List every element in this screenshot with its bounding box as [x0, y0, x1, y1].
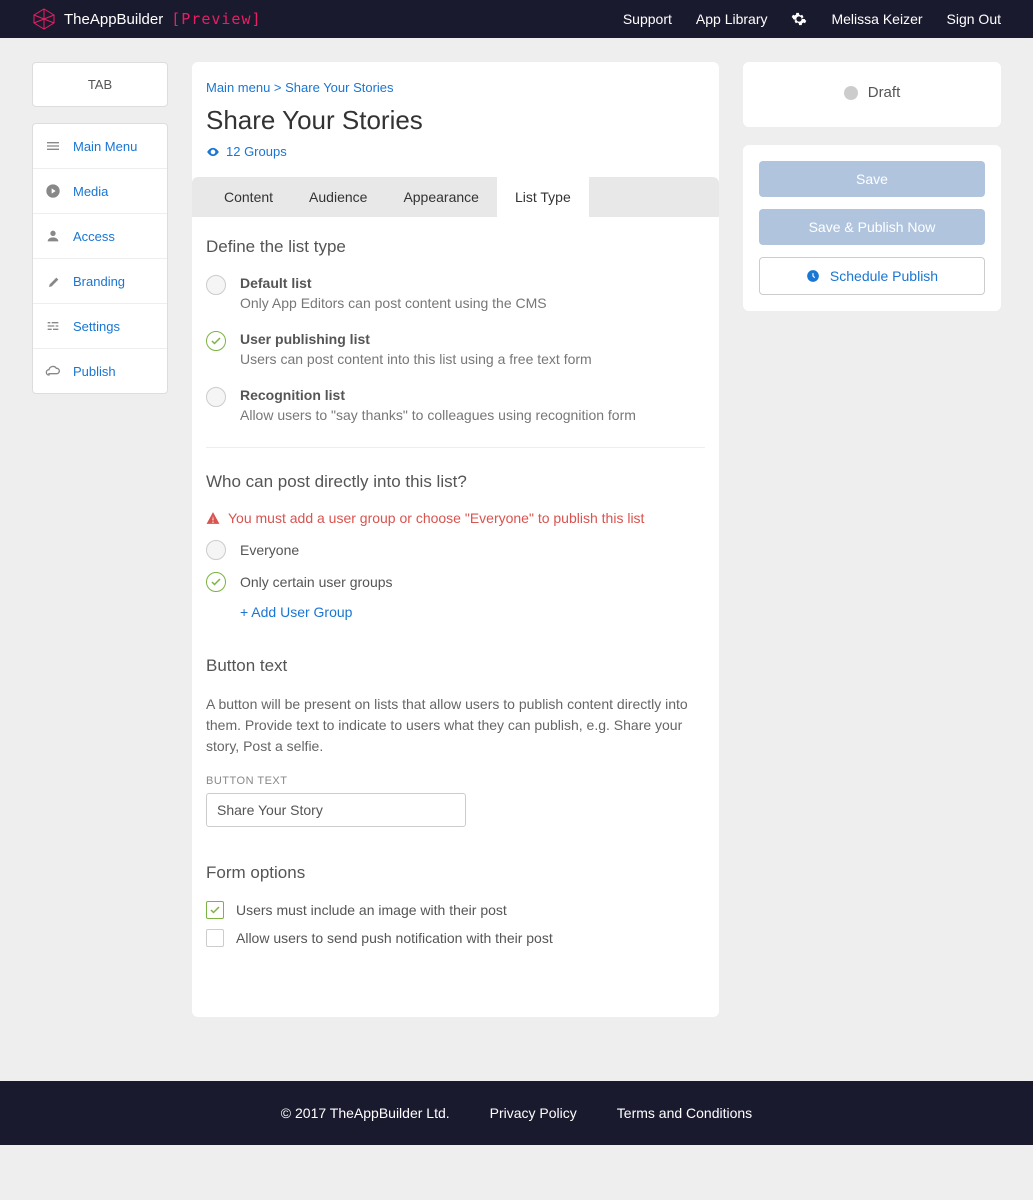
radio-label: Only certain user groups [240, 574, 393, 590]
checkbox-label: Users must include an image with their p… [236, 902, 507, 918]
cloud-icon [45, 363, 61, 379]
main-panel: Main menu > Share Your Stories Share You… [192, 62, 719, 1017]
warning-icon [206, 511, 220, 525]
save-publish-button[interactable]: Save & Publish Now [759, 209, 985, 245]
radio-desc: Allow users to "say thanks" to colleague… [240, 407, 636, 423]
warning-text: You must add a user group or choose "Eve… [228, 510, 644, 526]
sidebar-item-label: Branding [73, 274, 125, 289]
footer: © 2017 TheAppBuilder Ltd. Privacy Policy… [0, 1081, 1033, 1145]
status-label: Draft [868, 84, 901, 101]
checkbox-push-notification[interactable]: Allow users to send push notification wi… [206, 929, 705, 947]
divider [206, 447, 705, 448]
radio-desc: Only App Editors can post content using … [240, 295, 547, 311]
radio-button[interactable] [206, 331, 226, 351]
brush-icon [45, 273, 61, 289]
groups-link[interactable]: 12 Groups [206, 144, 705, 159]
logo[interactable]: TheAppBuilder [Preview] [32, 7, 262, 31]
header-nav: Support App Library Melissa Keizer Sign … [623, 11, 1001, 27]
play-icon [45, 183, 61, 199]
page-title: Share Your Stories [206, 105, 705, 136]
sidebar-item-publish[interactable]: Publish [33, 349, 167, 393]
add-user-group-link[interactable]: + Add User Group [240, 604, 705, 620]
check-icon [209, 904, 221, 916]
breadcrumb[interactable]: Main menu > Share Your Stories [206, 80, 705, 95]
sidebar-item-label: Publish [73, 364, 116, 379]
nav-support[interactable]: Support [623, 11, 672, 27]
schedule-publish-button[interactable]: Schedule Publish [759, 257, 985, 295]
logo-icon [32, 7, 56, 31]
checkbox[interactable] [206, 929, 224, 947]
tab-audience[interactable]: Audience [291, 177, 385, 217]
radio-button[interactable] [206, 387, 226, 407]
radio-label: Everyone [240, 542, 299, 558]
list-type-heading: Define the list type [206, 237, 705, 257]
radio-desc: Users can post content into this list us… [240, 351, 592, 367]
radio-button[interactable] [206, 572, 226, 592]
sidebar-item-main-menu[interactable]: Main Menu [33, 124, 167, 169]
checkbox[interactable] [206, 901, 224, 919]
radio-recognition[interactable]: Recognition list Allow users to "say tha… [206, 387, 705, 423]
save-button[interactable]: Save [759, 161, 985, 197]
form-options-heading: Form options [206, 863, 705, 883]
sidebar-item-label: Settings [73, 319, 120, 334]
footer-privacy[interactable]: Privacy Policy [490, 1105, 577, 1121]
sidebar-tab[interactable]: TAB [32, 62, 168, 107]
eye-icon [206, 145, 220, 159]
nav-signout[interactable]: Sign Out [947, 11, 1001, 27]
sidebar-item-access[interactable]: Access [33, 214, 167, 259]
button-text-label: BUTTON TEXT [206, 775, 705, 787]
radio-button[interactable] [206, 275, 226, 295]
preview-badge: [Preview] [171, 10, 261, 28]
gear-icon[interactable] [791, 11, 807, 27]
sidebar-item-settings[interactable]: Settings [33, 304, 167, 349]
radio-label: Recognition list [240, 387, 636, 403]
tab-appearance[interactable]: Appearance [385, 177, 497, 217]
sidebar-item-media[interactable]: Media [33, 169, 167, 214]
clock-icon [806, 269, 820, 283]
user-icon [45, 228, 61, 244]
nav-app-library[interactable]: App Library [696, 11, 768, 27]
radio-user-publishing[interactable]: User publishing list Users can post cont… [206, 331, 705, 367]
sidebar-item-label: Media [73, 184, 108, 199]
status-dot [844, 86, 858, 100]
check-icon [210, 335, 222, 347]
sliders-icon [45, 318, 61, 334]
radio-default-list[interactable]: Default list Only App Editors can post c… [206, 275, 705, 311]
radio-label: Default list [240, 275, 547, 291]
warning-message: You must add a user group or choose "Eve… [206, 510, 705, 526]
radio-button[interactable] [206, 540, 226, 560]
button-text-desc: A button will be present on lists that a… [206, 694, 705, 757]
schedule-label: Schedule Publish [830, 268, 938, 284]
sidebar-item-branding[interactable]: Branding [33, 259, 167, 304]
brand-name: TheAppBuilder [64, 11, 163, 28]
right-panel: Draft Save Save & Publish Now Schedule P… [743, 62, 1001, 311]
footer-copyright: © 2017 TheAppBuilder Ltd. [281, 1105, 450, 1121]
footer-terms[interactable]: Terms and Conditions [617, 1105, 752, 1121]
sidebar-nav: Main Menu Media Access Branding Settings… [32, 123, 168, 394]
sidebar-item-label: Main Menu [73, 139, 137, 154]
groups-count: 12 Groups [226, 144, 287, 159]
check-icon [210, 576, 222, 588]
radio-only-groups[interactable]: Only certain user groups [206, 572, 705, 592]
header: TheAppBuilder [Preview] Support App Libr… [0, 0, 1033, 38]
tabs: Content Audience Appearance List Type [192, 177, 719, 217]
actions-box: Save Save & Publish Now Schedule Publish [743, 145, 1001, 311]
checkbox-require-image[interactable]: Users must include an image with their p… [206, 901, 705, 919]
menu-icon [45, 138, 61, 154]
button-text-heading: Button text [206, 656, 705, 676]
radio-label: User publishing list [240, 331, 592, 347]
who-post-heading: Who can post directly into this list? [206, 472, 705, 492]
sidebar: TAB Main Menu Media Access Branding Sett… [32, 62, 168, 394]
tab-list-type[interactable]: List Type [497, 177, 589, 217]
tab-content[interactable]: Content [206, 177, 291, 217]
button-text-input[interactable] [206, 793, 466, 827]
nav-user[interactable]: Melissa Keizer [831, 11, 922, 27]
sidebar-item-label: Access [73, 229, 115, 244]
checkbox-label: Allow users to send push notification wi… [236, 930, 553, 946]
radio-everyone[interactable]: Everyone [206, 540, 705, 560]
status-box: Draft [743, 62, 1001, 127]
